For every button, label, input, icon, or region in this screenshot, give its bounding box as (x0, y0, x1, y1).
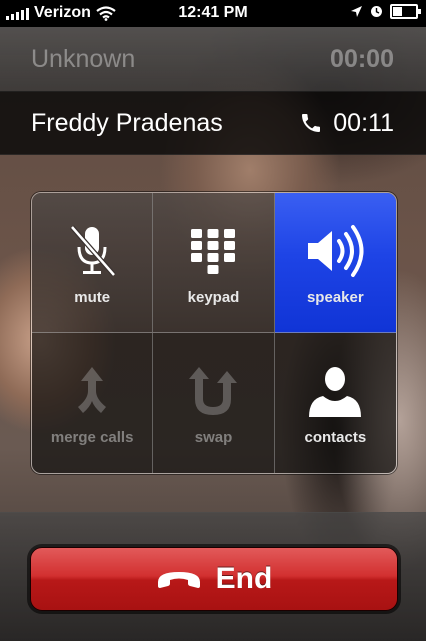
merge-arrows-icon (78, 367, 107, 413)
alarm-clock-icon (371, 6, 382, 17)
swap-label: swap (194, 429, 233, 446)
status-bar: Verizon 12:41 PM (0, 0, 426, 27)
keypad-label: keypad (187, 289, 240, 306)
active-call-duration: 00:11 (333, 108, 394, 137)
held-call-duration: 00:00 (330, 44, 394, 73)
held-call-row[interactable]: Unknown 00:00 (0, 27, 426, 92)
mute-button[interactable]: mute (32, 193, 154, 333)
speaker-label: speaker (306, 289, 364, 306)
location-arrow-icon (351, 6, 362, 17)
speaker-icon (308, 225, 364, 277)
active-call-row[interactable]: Freddy Pradenas 00:11 (0, 92, 426, 155)
end-call-bar: End (0, 512, 426, 641)
swap-button[interactable]: swap (153, 333, 275, 473)
contact-silhouette-icon (309, 367, 362, 417)
contacts-label: contacts (304, 429, 367, 446)
keypad-grid-icon (191, 229, 236, 274)
phone-handset-icon (302, 114, 321, 132)
end-call-button[interactable]: End (30, 547, 398, 611)
held-call-name: Unknown (31, 44, 136, 73)
merge-calls-button[interactable]: merge calls (32, 333, 154, 473)
status-icons (350, 4, 421, 19)
call-controls-panel: mute keypad speaker merge calls swap con… (31, 192, 397, 474)
battery-icon (390, 4, 421, 19)
swap-arrows-icon (189, 367, 238, 415)
end-call-label: End (215, 562, 273, 595)
active-call-name: Freddy Pradenas (31, 108, 223, 137)
keypad-button[interactable]: keypad (153, 193, 275, 333)
merge-calls-label: merge calls (50, 429, 134, 446)
contacts-button[interactable]: contacts (274, 333, 396, 473)
mute-microphone-icon (70, 225, 117, 277)
mute-label: mute (74, 289, 111, 306)
speaker-button[interactable]: speaker (274, 193, 396, 333)
hang-up-icon (157, 572, 200, 588)
